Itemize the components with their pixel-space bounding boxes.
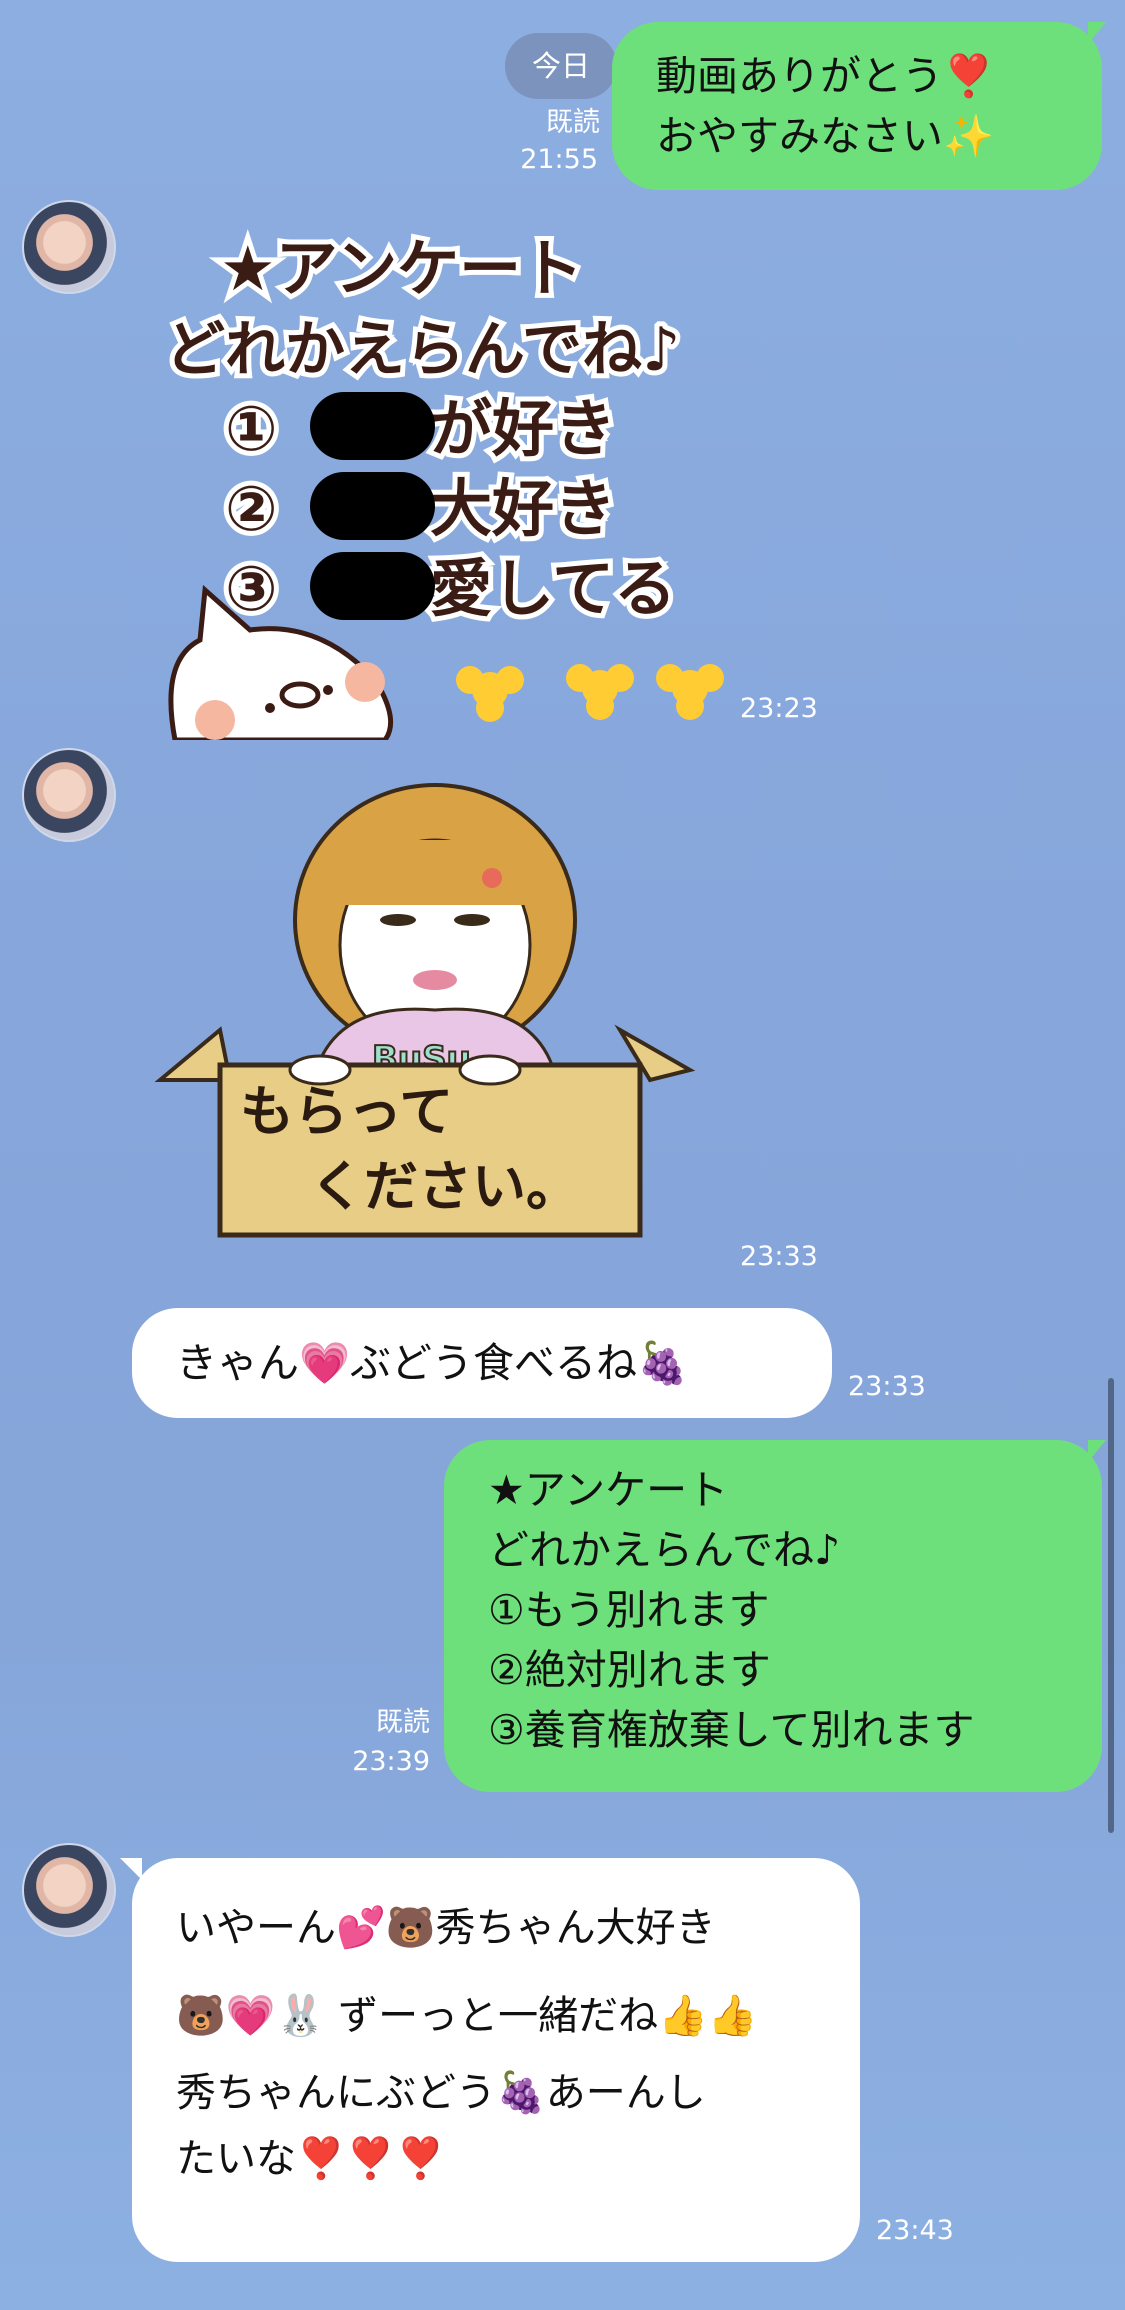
- sticker-text: もらって: [240, 1080, 453, 1143]
- message-text-line: ①もう別れます: [488, 1586, 770, 1634]
- message-time: 21:55: [520, 144, 598, 175]
- sticker-image[interactable]: ★アンケート どれかえらんでね♪ ① が好き ② 大好き ③ 愛してる: [160, 220, 730, 740]
- sticker-text: ①: [225, 392, 278, 465]
- message-text-line: 秀ちゃんにぶどう🍇あーんし: [176, 2070, 706, 2116]
- redaction-block: [310, 552, 435, 620]
- sticker-text: ★アンケート: [220, 232, 583, 305]
- bubble-tail: [1088, 22, 1106, 44]
- message-time: 23:43: [876, 2215, 954, 2246]
- date-separator: 今日: [505, 33, 617, 99]
- avatar[interactable]: [22, 1843, 116, 1937]
- message-text-line: いやーん💕🐻秀ちゃん大好き: [176, 1905, 716, 1951]
- message-text-line: おやすみなさい✨: [656, 112, 995, 160]
- message-time: 23:33: [740, 1241, 818, 1272]
- sticker-text: 大好き: [430, 472, 616, 545]
- sticker-text: ください。: [310, 1155, 580, 1218]
- message-text-line: きゃん💗ぶどう食べるね🍇: [176, 1339, 689, 1387]
- sent-message-bubble[interactable]: 動画ありがとう❣️ おやすみなさい✨: [612, 22, 1102, 190]
- message-text-line: ③養育権放棄して別れます: [488, 1706, 975, 1754]
- sticker-text: が好き: [430, 392, 616, 465]
- message-time: 23:33: [848, 1371, 926, 1402]
- message-text-line: ★アンケート: [488, 1466, 729, 1514]
- redaction-block: [310, 472, 435, 540]
- sticker-text: どれかえらんでね♪: [165, 315, 680, 385]
- avatar[interactable]: [22, 200, 116, 294]
- received-message-bubble[interactable]: いやーん💕🐻秀ちゃん大好き 🐻💗🐰 ずーっと一緒だね👍👍 秀ちゃんにぶどう🍇あー…: [132, 1858, 860, 2262]
- received-message-bubble[interactable]: きゃん💗ぶどう食べるね🍇: [132, 1308, 832, 1418]
- message-time: 23:39: [352, 1746, 430, 1777]
- sticker-survey-art: ★アンケート どれかえらんでね♪ ① が好き ② 大好き ③ 愛してる: [160, 227, 724, 740]
- sticker-image[interactable]: BuSu もらって ください。: [150, 780, 710, 1260]
- message-text-line: 動画ありがとう❣️: [656, 52, 995, 100]
- sent-message-bubble[interactable]: ★アンケート どれかえらんでね♪ ①もう別れます ②絶対別れます ③養育権放棄し…: [444, 1440, 1102, 1792]
- message-time: 23:23: [740, 693, 818, 724]
- sticker-box-girl-art: BuSu もらって ください。: [154, 783, 696, 1238]
- sticker-text: 愛してる: [430, 552, 676, 625]
- message-text-line: ②絶対別れます: [488, 1646, 771, 1694]
- avatar[interactable]: [22, 748, 116, 842]
- bubble-tail: [1088, 1440, 1106, 1462]
- message-text-line: 🐻💗🐰 ずーっと一緒だね👍👍: [176, 1993, 758, 2039]
- read-receipt: 既読: [376, 1707, 430, 1738]
- message-text-line: どれかえらんでね♪: [488, 1526, 841, 1574]
- read-receipt: 既読: [546, 107, 600, 138]
- message-text-line: たいな❣️❣️❣️: [176, 2136, 446, 2182]
- sticker-text: ②: [225, 472, 278, 545]
- scrollbar[interactable]: [1108, 1378, 1114, 1833]
- redaction-block: [310, 392, 435, 460]
